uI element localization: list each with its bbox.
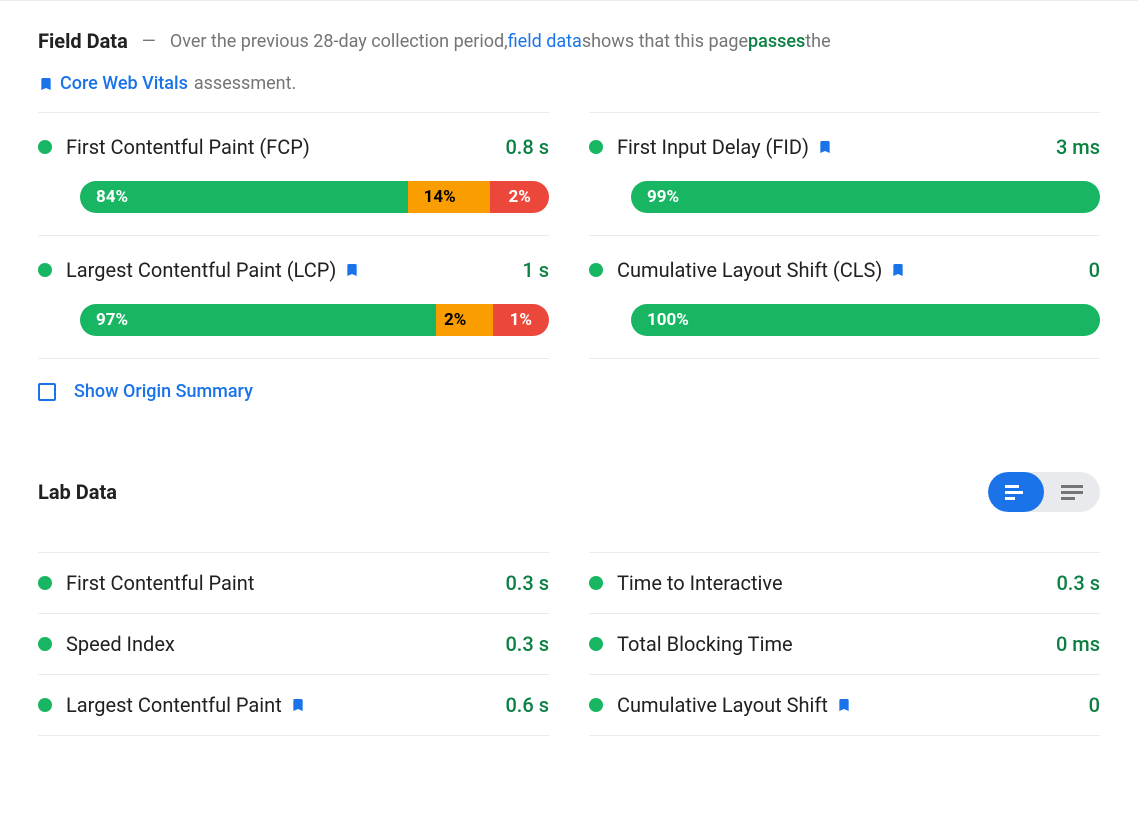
lab-metrics-grid: First Contentful Paint 0.3 s Speed Index… (38, 552, 1100, 736)
status-dot-icon (589, 576, 603, 590)
status-dot-icon (589, 637, 603, 651)
lab-value: 0.3 s (505, 571, 549, 595)
lab-name-text: Cumulative Layout Shift (617, 693, 828, 717)
field-data-intro-mid: shows that this page (582, 31, 748, 52)
lab-metric-lcp[interactable]: Largest Contentful Paint 0.6 s (38, 674, 549, 736)
bookmark-icon (836, 695, 852, 715)
metric-name-text: First Input Delay (FID) (617, 135, 809, 159)
lab-value: 0.3 s (505, 632, 549, 656)
lab-metric-cls[interactable]: Cumulative Layout Shift 0 (589, 674, 1100, 736)
metric-value-lcp: 1 s (522, 258, 549, 282)
field-metrics-grid: First Contentful Paint (FCP) 0.8 s 84% 1… (38, 112, 1100, 359)
distribution-bar-fid: 99% (631, 181, 1100, 213)
lab-name-text: Speed Index (66, 632, 175, 656)
lab-name: Time to Interactive (617, 571, 1042, 595)
lab-value: 0.3 s (1056, 571, 1100, 595)
show-origin-summary[interactable]: Show Origin Summary (38, 381, 1100, 402)
bookmark-icon (817, 137, 833, 157)
status-dot-icon (589, 698, 603, 712)
metric-name-fcp: First Contentful Paint (FCP) (66, 135, 491, 159)
dist-good: 99% (631, 181, 1100, 213)
bookmark-icon (38, 74, 54, 94)
distribution-bar-lcp: 97% 2% 1% (80, 304, 549, 336)
assessment-text: assessment. (194, 73, 296, 94)
metric-cls[interactable]: Cumulative Layout Shift (CLS) 0 100% (589, 236, 1100, 359)
lab-metric-fcp[interactable]: First Contentful Paint 0.3 s (38, 552, 549, 613)
passes-text: passes (748, 31, 805, 52)
lab-name: Cumulative Layout Shift (617, 693, 1075, 717)
lab-name: Total Blocking Time (617, 632, 1042, 656)
view-toggle-compact[interactable] (988, 472, 1044, 512)
bookmark-icon (890, 260, 906, 280)
lab-value: 0.6 s (505, 693, 549, 717)
lab-data-header: Lab Data (38, 472, 1100, 512)
origin-summary-label: Show Origin Summary (74, 381, 253, 402)
lab-name-text: Largest Contentful Paint (66, 693, 282, 717)
status-dot-icon (38, 698, 52, 712)
metric-name-text: Cumulative Layout Shift (CLS) (617, 258, 882, 282)
bookmark-icon (290, 695, 306, 715)
dist-ok: 14% (408, 181, 491, 213)
lab-name: Largest Contentful Paint (66, 693, 491, 717)
dist-good: 84% (80, 181, 408, 213)
distribution-bar-cls: 100% (631, 304, 1100, 336)
lab-value: 0 (1089, 693, 1100, 717)
field-data-header: Field Data — Over the previous 28-day co… (38, 29, 1100, 53)
field-data-intro-post: the (805, 31, 830, 52)
field-data-intro-pre: Over the previous 28-day collection peri… (170, 31, 508, 52)
status-dot-icon (589, 263, 603, 277)
status-dot-icon (38, 576, 52, 590)
lab-metric-si[interactable]: Speed Index 0.3 s (38, 613, 549, 674)
lab-metric-tbt[interactable]: Total Blocking Time 0 ms (589, 613, 1100, 674)
field-data-title: Field Data (38, 29, 128, 53)
status-dot-icon (38, 140, 52, 154)
metric-fcp[interactable]: First Contentful Paint (FCP) 0.8 s 84% 1… (38, 112, 549, 236)
metric-lcp[interactable]: Largest Contentful Paint (LCP) 1 s 97% 2… (38, 236, 549, 359)
cwv-line: Core Web Vitals assessment. (38, 73, 1100, 94)
metric-value-fcp: 0.8 s (505, 135, 549, 159)
lab-value: 0 ms (1056, 632, 1100, 656)
metric-name-text: First Contentful Paint (FCP) (66, 135, 310, 159)
metric-name-lcp: Largest Contentful Paint (LCP) (66, 258, 508, 282)
status-dot-icon (38, 263, 52, 277)
lab-name-text: Time to Interactive (617, 571, 783, 595)
distribution-bar-fcp: 84% 14% 2% (80, 181, 549, 213)
metric-value-fid: 3 ms (1056, 135, 1100, 159)
separator-dash: — (128, 31, 170, 52)
lab-name-text: First Contentful Paint (66, 571, 254, 595)
lab-name: First Contentful Paint (66, 571, 491, 595)
status-dot-icon (589, 140, 603, 154)
dist-good: 100% (631, 304, 1100, 336)
metric-name-cls: Cumulative Layout Shift (CLS) (617, 258, 1075, 282)
dist-good: 97% (80, 304, 436, 336)
view-toggle-expanded[interactable] (1044, 472, 1100, 512)
dist-ok: 2% (436, 304, 493, 336)
checkbox-icon[interactable] (38, 383, 56, 401)
dist-poor: 2% (490, 181, 549, 213)
field-data-link[interactable]: field data (508, 31, 582, 52)
lab-name-text: Total Blocking Time (617, 632, 793, 656)
metric-name-fid: First Input Delay (FID) (617, 135, 1042, 159)
metric-name-text: Largest Contentful Paint (LCP) (66, 258, 336, 282)
status-dot-icon (38, 637, 52, 651)
view-toggle (988, 472, 1100, 512)
lab-name: Speed Index (66, 632, 491, 656)
core-web-vitals-link[interactable]: Core Web Vitals (60, 73, 188, 94)
lab-data-title: Lab Data (38, 480, 117, 504)
dist-poor: 1% (493, 304, 550, 336)
metric-fid[interactable]: First Input Delay (FID) 3 ms 99% (589, 112, 1100, 236)
metric-value-cls: 0 (1089, 258, 1100, 282)
lab-metric-tti[interactable]: Time to Interactive 0.3 s (589, 552, 1100, 613)
bookmark-icon (344, 260, 360, 280)
